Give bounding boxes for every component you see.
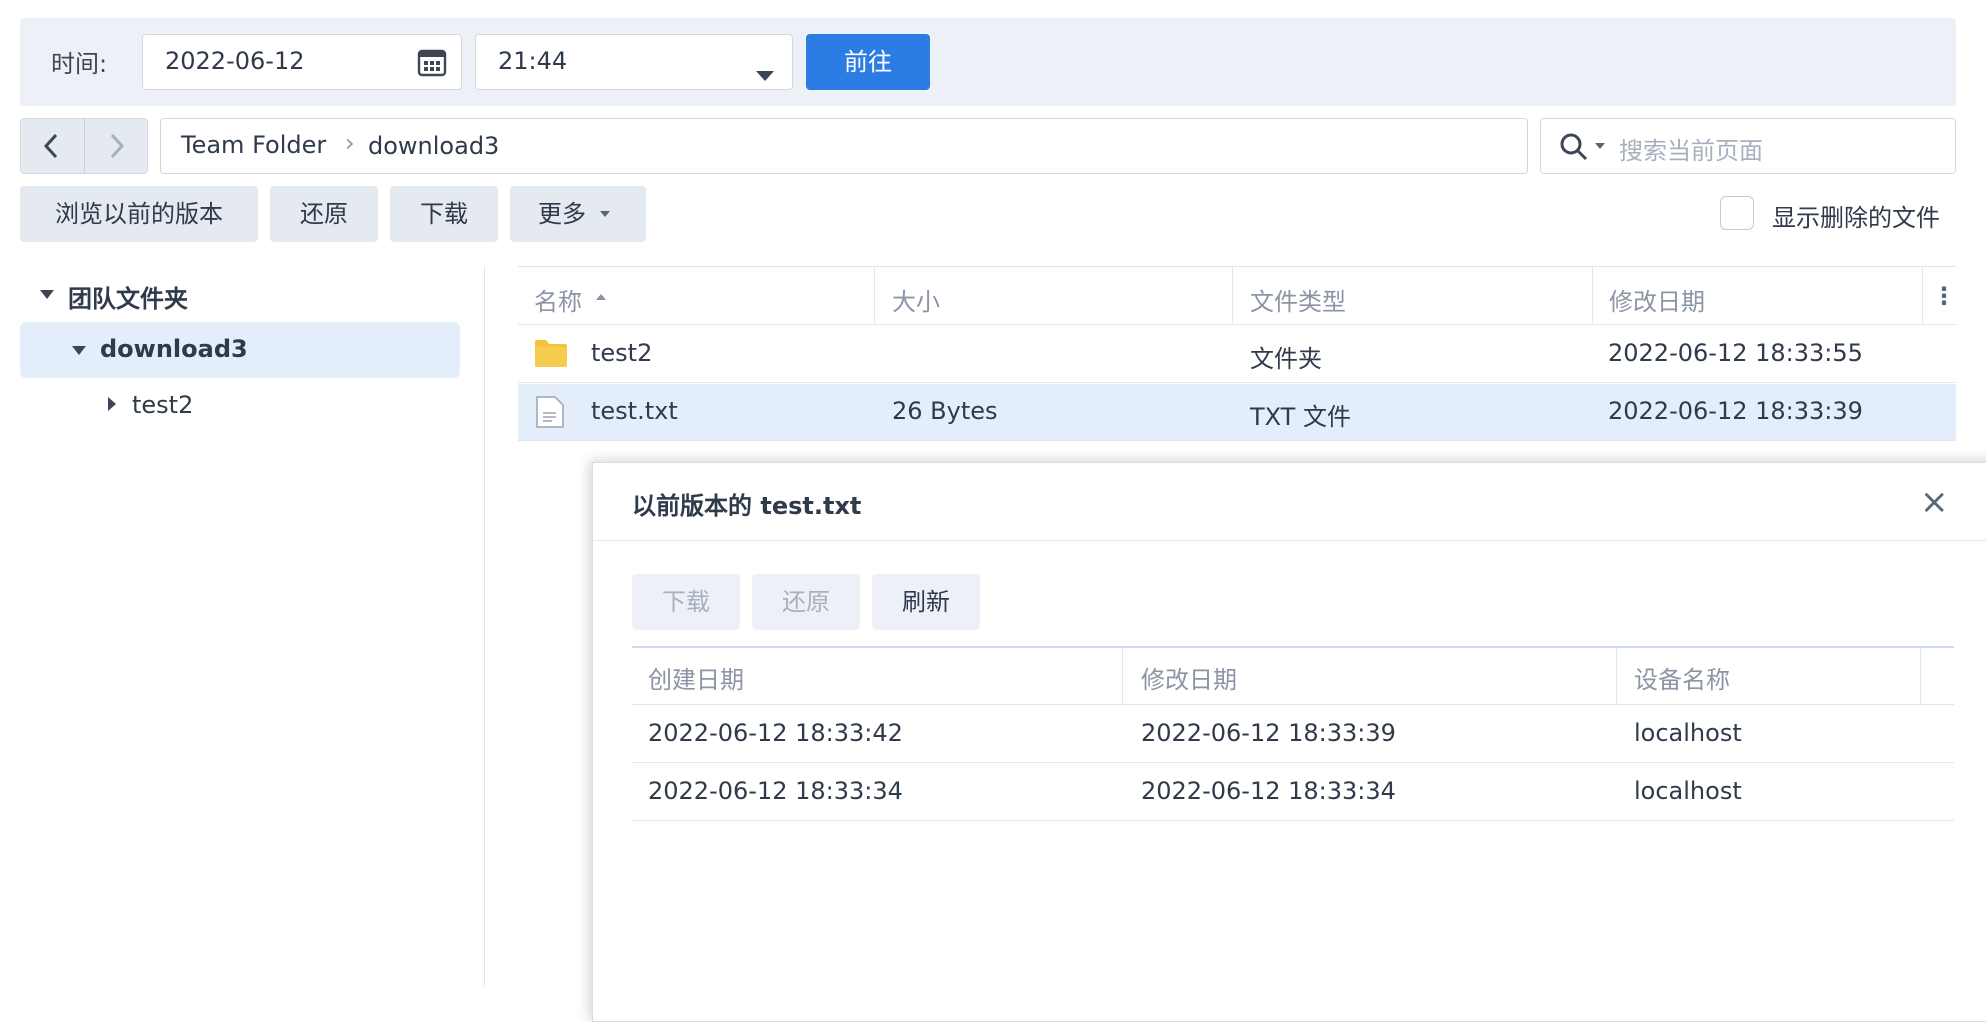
version-grid-top-border	[632, 646, 1954, 648]
tree-item-label: download3	[100, 335, 248, 363]
file-modified: 2022-06-12 18:33:55	[1608, 339, 1863, 367]
search-dropdown-icon[interactable]	[1595, 143, 1605, 149]
column-separator[interactable]	[874, 266, 875, 324]
version-row[interactable]: 2022-06-12 18:33:34 2022-06-12 18:33:34 …	[632, 764, 1954, 820]
version-modified: 2022-06-12 18:33:34	[1141, 777, 1396, 805]
breadcrumb-item-current[interactable]: download3	[368, 132, 499, 160]
table-row[interactable]: test2 文件夹 2022-06-12 18:33:55	[518, 326, 1956, 382]
tree-item-download3[interactable]: download3	[20, 322, 460, 378]
row-divider	[632, 704, 1954, 705]
file-size: 26 Bytes	[892, 397, 998, 425]
column-separator[interactable]	[1122, 648, 1123, 704]
tree-item-team-folder[interactable]: 团队文件夹	[68, 279, 188, 314]
tree-item-test2[interactable]: test2	[132, 391, 193, 419]
expand-arrow-icon[interactable]	[72, 346, 86, 355]
search-placeholder: 搜索当前页面	[1619, 137, 1763, 165]
chevron-down-icon	[756, 59, 774, 87]
row-divider	[632, 820, 1954, 821]
date-value: 2022-06-12	[165, 47, 305, 75]
dialog-restore-button[interactable]: 还原	[752, 574, 860, 630]
nav-divider	[84, 118, 85, 174]
breadcrumb: Team Folder › download3	[160, 118, 1528, 174]
breadcrumb-item-root[interactable]: Team Folder	[181, 131, 326, 159]
row-divider	[518, 382, 1956, 383]
file-name: test.txt	[591, 397, 678, 425]
sort-ascending-icon	[596, 294, 606, 300]
download-button[interactable]: 下载	[390, 186, 498, 242]
back-arrow-icon[interactable]	[40, 131, 64, 167]
column-header-size[interactable]: 大小	[892, 282, 940, 317]
column-header-modified[interactable]: 修改日期	[1609, 282, 1705, 317]
grid-top-border	[518, 266, 1956, 267]
file-type: TXT 文件	[1250, 403, 1351, 431]
version-modified: 2022-06-12 18:33:39	[1141, 719, 1396, 747]
file-modified: 2022-06-12 18:33:39	[1608, 397, 1863, 425]
column-separator[interactable]	[1920, 648, 1921, 704]
tree-divider	[484, 266, 485, 986]
chevron-down-icon	[600, 211, 610, 217]
version-created: 2022-06-12 18:33:34	[648, 777, 903, 805]
table-row-selected[interactable]: test.txt 26 Bytes TXT 文件 2022-06-12 18:3…	[518, 384, 1956, 440]
time-select[interactable]: 21:44	[475, 34, 793, 90]
close-icon[interactable]: ×	[1920, 482, 1949, 522]
show-deleted-label: 显示删除的文件	[1772, 204, 1940, 232]
column-separator[interactable]	[1592, 266, 1593, 324]
row-divider	[632, 762, 1954, 763]
row-divider	[518, 324, 1956, 325]
dialog-title: 以前版本的 test.txt	[632, 492, 862, 520]
browse-versions-button[interactable]: 浏览以前的版本	[20, 186, 258, 242]
calendar-icon[interactable]	[417, 48, 447, 84]
more-label: 更多	[538, 200, 586, 228]
folder-icon	[534, 338, 568, 374]
dialog-header-divider	[592, 540, 1986, 541]
column-separator[interactable]	[1232, 266, 1233, 324]
column-header-created[interactable]: 创建日期	[648, 660, 744, 695]
expand-arrow-icon[interactable]	[40, 290, 54, 299]
column-header-modified[interactable]: 修改日期	[1141, 660, 1237, 695]
column-header-type[interactable]: 文件类型	[1250, 282, 1346, 317]
column-separator[interactable]	[1922, 266, 1923, 324]
text-file-icon	[536, 396, 564, 434]
search-icon[interactable]	[1559, 132, 1589, 168]
breadcrumb-separator: ›	[345, 129, 355, 157]
column-menu-icon[interactable]: ⋮	[1932, 282, 1956, 310]
more-button[interactable]: 更多	[510, 186, 646, 242]
column-header-name[interactable]: 名称	[534, 282, 606, 317]
restore-button[interactable]: 还原	[270, 186, 378, 242]
file-type: 文件夹	[1250, 345, 1322, 373]
go-button[interactable]: 前往	[806, 34, 930, 90]
version-device: localhost	[1634, 777, 1742, 805]
time-value: 21:44	[498, 47, 568, 75]
version-created: 2022-06-12 18:33:42	[648, 719, 903, 747]
date-field[interactable]: 2022-06-12	[142, 34, 462, 90]
dialog-refresh-button[interactable]: 刷新	[872, 574, 980, 630]
forward-arrow-icon[interactable]	[104, 131, 128, 167]
time-label: 时间:	[51, 50, 108, 78]
row-divider	[518, 440, 1956, 441]
version-row[interactable]: 2022-06-12 18:33:42 2022-06-12 18:33:39 …	[632, 706, 1954, 762]
collapse-arrow-icon[interactable]	[108, 397, 116, 411]
column-separator[interactable]	[1616, 648, 1617, 704]
show-deleted-checkbox[interactable]	[1720, 196, 1754, 230]
file-name: test2	[591, 339, 653, 367]
search-input[interactable]: 搜索当前页面	[1540, 118, 1956, 174]
version-device: localhost	[1634, 719, 1742, 747]
column-header-device[interactable]: 设备名称	[1634, 660, 1730, 695]
dialog-download-button[interactable]: 下载	[632, 574, 740, 630]
